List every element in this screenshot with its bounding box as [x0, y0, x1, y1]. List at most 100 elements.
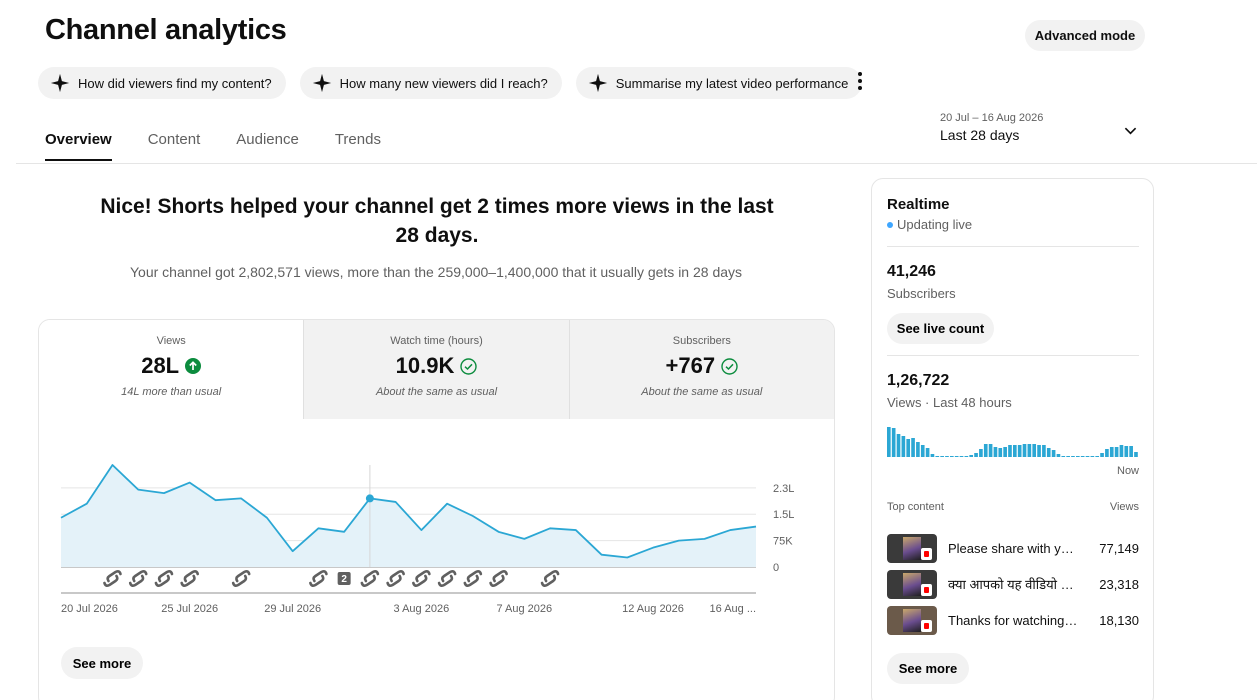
- metrics-card: Views 28L 14L more than usual Watch time…: [38, 319, 835, 700]
- metric-name: Views: [156, 335, 186, 347]
- realtime-bar: [1051, 450, 1056, 457]
- analytics-tabs: Overview Content Audience Trends: [45, 131, 417, 161]
- metric-note: About the same as usual: [375, 386, 498, 398]
- tab-trends[interactable]: Trends: [335, 131, 381, 161]
- see-live-count-button[interactable]: See live count: [887, 313, 994, 344]
- realtime-bar: [1071, 456, 1075, 457]
- y-tick-label: 2.3L: [773, 483, 794, 495]
- x-tick-label: 20 Jul 2026: [61, 603, 118, 615]
- divider: [887, 355, 1139, 356]
- highlight-point: [365, 494, 374, 503]
- see-more-button[interactable]: See more: [887, 653, 969, 684]
- top-content-label: Top content: [887, 501, 944, 513]
- realtime-bar: [950, 456, 954, 457]
- date-range-label: Last 28 days: [940, 127, 1020, 143]
- realtime-bar: [925, 448, 930, 457]
- more-options-icon[interactable]: [852, 70, 868, 92]
- realtime-bar: [916, 442, 920, 457]
- video-thumbnail: [887, 533, 937, 563]
- realtime-bar: [901, 436, 906, 457]
- realtime-bar: [954, 456, 959, 457]
- chip-find-content[interactable]: How did viewers find my content?: [38, 67, 286, 99]
- shorts-upload-icon: [103, 570, 122, 587]
- tab-overview[interactable]: Overview: [45, 131, 112, 161]
- summary-headline: Nice! Shorts helped your channel get 2 t…: [100, 195, 774, 247]
- date-range-picker[interactable]: 20 Jul – 16 Aug 2026 Last 28 days: [940, 112, 1145, 152]
- video-title: Please share with you…: [948, 540, 1080, 556]
- realtime-bar: [935, 456, 940, 457]
- metric-tab-views[interactable]: Views 28L 14L more than usual: [39, 320, 304, 419]
- advanced-mode-button[interactable]: Advanced mode: [1025, 20, 1145, 51]
- metric-note: 14L more than usual: [121, 386, 222, 398]
- date-range-text: 20 Jul – 16 Aug 2026: [940, 112, 1044, 124]
- realtime-bar: [1114, 447, 1119, 457]
- realtime-bar: [891, 428, 896, 457]
- tab-audience[interactable]: Audience: [236, 131, 299, 161]
- subscriber-count: 41,246: [887, 263, 936, 280]
- y-tick-label: 75K: [773, 536, 793, 548]
- realtime-bar: [896, 434, 901, 457]
- metric-tab-subscribers[interactable]: Subscribers +767 About the same as usual: [568, 320, 834, 419]
- tab-content[interactable]: Content: [148, 131, 201, 161]
- divider: [887, 246, 1139, 247]
- realtime-bar: [1061, 456, 1066, 457]
- sparkle-icon: [312, 73, 331, 93]
- video-thumbnail: [887, 605, 937, 635]
- live-status-text: Updating live: [897, 217, 973, 232]
- x-tick-label: 25 Jul 2026: [161, 603, 218, 615]
- realtime-bar: [983, 444, 988, 457]
- views-column-label: Views: [1109, 501, 1139, 513]
- metric-value: 28L: [141, 353, 180, 378]
- x-tick-label: 7 Aug 2026: [496, 603, 552, 615]
- realtime-bar: [1090, 456, 1095, 457]
- metric-value: +767: [665, 353, 716, 378]
- realtime-bar: [1105, 449, 1109, 457]
- shorts-icon: [921, 619, 932, 632]
- metric-value: 10.9K: [395, 353, 455, 378]
- views-chart[interactable]: 2.3L 1.5L 75K 0 2 20 Jul 2026 25 Jul 2026 29 Ju…: [39, 450, 835, 620]
- realtime-bar: [1037, 445, 1041, 457]
- realtime-bar: [998, 448, 1003, 457]
- metric-tab-watch-time[interactable]: Watch time (hours) 10.9K About the same …: [303, 320, 569, 419]
- chevron-down-icon: [1124, 127, 1137, 135]
- realtime-views-label: Views · Last 48 hours: [887, 395, 1012, 410]
- see-more-button[interactable]: See more: [61, 647, 143, 679]
- realtime-bar: [1100, 453, 1104, 457]
- video-views: 77,149: [1099, 540, 1139, 556]
- live-status: Updating live: [887, 217, 972, 232]
- realtime-bar: [1022, 444, 1027, 457]
- summary-detail: Your channel got 2,802,571 views, more t…: [129, 264, 743, 280]
- shorts-upload-icon: [489, 570, 508, 587]
- realtime-bar: [920, 445, 925, 457]
- tabs-divider: [16, 163, 1257, 164]
- chip-label: How many new viewers did I reach?: [339, 75, 548, 91]
- top-content-row[interactable]: Thanks for watching I… 18,130: [887, 605, 1139, 635]
- realtime-bar: [1008, 445, 1012, 457]
- realtime-bar: [940, 456, 944, 457]
- realtime-bar: [1027, 444, 1032, 457]
- chip-summarise-video[interactable]: Summarise my latest video performance: [575, 67, 863, 99]
- realtime-bar: [1066, 456, 1070, 457]
- check-circle-icon: [460, 357, 478, 375]
- realtime-bar-chart[interactable]: [887, 425, 1139, 457]
- realtime-bar: [1119, 445, 1124, 457]
- realtime-bar: [1080, 456, 1085, 457]
- chip-label: Summarise my latest video performance: [615, 75, 849, 91]
- shorts-upload-icon: [128, 570, 148, 587]
- realtime-bar: [1124, 446, 1129, 457]
- shorts-upload-icon: [412, 570, 431, 587]
- top-content-row[interactable]: Please share with you… 77,149: [887, 533, 1139, 563]
- metric-note: About the same as usual: [641, 386, 763, 398]
- realtime-bar: [979, 449, 983, 457]
- top-content-row[interactable]: क्या आपको यह वीडियो … 23,318: [887, 569, 1139, 599]
- video-thumbnail: [887, 569, 937, 599]
- video-title: क्या आपको यह वीडियो …: [948, 577, 1074, 592]
- realtime-title: Realtime: [887, 196, 950, 213]
- realtime-bar: [974, 453, 978, 457]
- realtime-bar: [1076, 456, 1080, 457]
- realtime-bar: [1042, 445, 1046, 457]
- x-tick-label: 12 Aug 2026: [622, 603, 684, 615]
- realtime-bar: [1003, 447, 1007, 457]
- chip-new-viewers[interactable]: How many new viewers did I reach?: [299, 67, 562, 99]
- check-circle-icon: [721, 357, 738, 375]
